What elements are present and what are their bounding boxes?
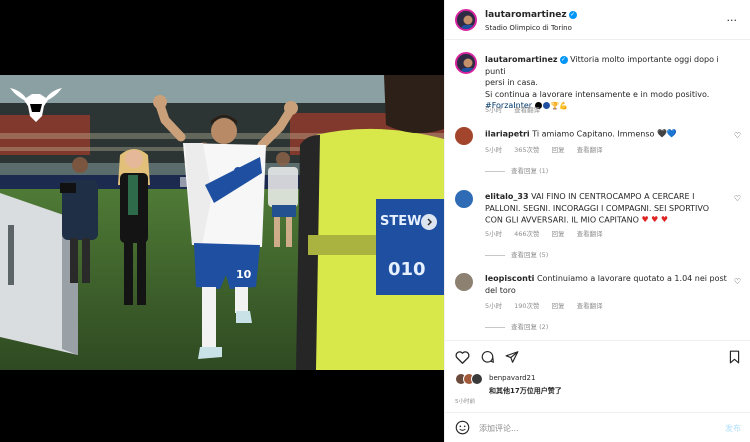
black-heart-icon: 🖤 bbox=[656, 129, 667, 138]
comment-reply-link[interactable]: 回复 bbox=[552, 302, 565, 310]
svg-text:010: 010 bbox=[388, 259, 426, 280]
comment-text-block: ilariapetri Ti amiamo Capitano. Immenso … bbox=[485, 128, 727, 140]
red-heart-icon: ♥ ♥ ♥ bbox=[641, 215, 669, 224]
comment-time: 5小时 bbox=[485, 230, 503, 238]
comment-like-heart-icon[interactable]: ♡ bbox=[734, 131, 741, 140]
comment-time: 5小时 bbox=[485, 302, 503, 310]
comment-reply-link[interactable]: 回复 bbox=[552, 146, 565, 154]
comment-text-block: leopisconti Continuiamo a lavorare quota… bbox=[485, 273, 727, 296]
add-comment-bar: 添加评论... 发布 bbox=[445, 412, 750, 442]
comment-like-heart-icon[interactable]: ♡ bbox=[734, 277, 741, 286]
post-action-bar bbox=[445, 340, 750, 374]
comment-username[interactable]: ilariapetri bbox=[485, 129, 530, 138]
share-icon[interactable] bbox=[505, 350, 519, 364]
liker-avatars bbox=[455, 373, 483, 385]
liker-username[interactable]: benpavard21 bbox=[489, 374, 535, 382]
comment-icon[interactable] bbox=[480, 350, 495, 364]
author-username[interactable]: lautaromartinez ✓ bbox=[485, 10, 577, 20]
comment-text-block: elitalo_33 VAI FINO IN CENTROCAMPO A CER… bbox=[485, 191, 727, 226]
comment-username[interactable]: leopisconti bbox=[485, 274, 534, 283]
comment-like-heart-icon[interactable]: ♡ bbox=[734, 194, 741, 203]
svg-text:STEW: STEW bbox=[380, 214, 421, 229]
post-time-ago: 5小时前 bbox=[455, 399, 475, 405]
comment-translate-link[interactable]: 查看翻译 bbox=[577, 230, 603, 238]
svg-text:10: 10 bbox=[236, 268, 252, 281]
caption-time: 5小时 bbox=[485, 106, 503, 114]
comment-time: 5小时 bbox=[485, 146, 503, 154]
emoji-icon[interactable] bbox=[455, 420, 470, 435]
bookmark-icon[interactable] bbox=[728, 350, 741, 364]
chevron-right-icon bbox=[427, 218, 432, 226]
instagram-post-modal: 10 STEW 010 lautaromartinez ✓ Stadio Oli… bbox=[0, 0, 750, 442]
comment-likes[interactable]: 365次赞 bbox=[514, 146, 539, 154]
caption-translate-link[interactable]: 查看翻译 bbox=[514, 106, 540, 114]
comment-translate-link[interactable]: 查看翻译 bbox=[577, 146, 603, 154]
comment-meta: 5小时 466次赞 回复 查看翻译 bbox=[485, 228, 615, 238]
comment-meta: 5小时 365次赞 回复 查看翻译 bbox=[485, 144, 615, 154]
post-header: lautaromartinez ✓ Stadio Olimpico di Tori… bbox=[445, 0, 750, 40]
author-avatar[interactable] bbox=[455, 9, 477, 31]
media-area: 10 STEW 010 bbox=[0, 0, 444, 442]
caption-username[interactable]: lautaromartinez bbox=[485, 55, 558, 64]
post-side-panel: lautaromartinez ✓ Stadio Olimpico di Tori… bbox=[444, 0, 750, 442]
caption-line2: persi in casa. bbox=[485, 78, 538, 87]
verified-icon: ✓ bbox=[568, 10, 577, 19]
next-media-button[interactable] bbox=[421, 214, 437, 230]
comment-reply-link[interactable]: 回复 bbox=[552, 230, 565, 238]
comment-likes[interactable]: 190次赞 bbox=[514, 302, 539, 310]
comment-translate-link[interactable]: 查看翻译 bbox=[577, 302, 603, 310]
commenter-avatar[interactable] bbox=[455, 273, 473, 291]
blue-heart-icon: 💙 bbox=[666, 129, 677, 138]
post-photo[interactable]: 10 STEW 010 bbox=[0, 75, 444, 370]
author-username-text[interactable]: lautaromartinez bbox=[485, 10, 567, 20]
comment-meta: 5小时 190次赞 回复 查看翻译 bbox=[485, 300, 615, 310]
post-location[interactable]: Stadio Olimpico di Torino bbox=[485, 24, 572, 32]
comment-input[interactable]: 添加评论... bbox=[479, 423, 519, 434]
likes-count[interactable]: 和其他17万位用户赞了 bbox=[489, 386, 562, 396]
view-replies-link[interactable]: 查看回复 (5) bbox=[485, 249, 548, 259]
caption-meta: 5小时 查看翻译 bbox=[485, 104, 552, 114]
verified-icon: ✓ bbox=[559, 55, 568, 64]
comment-likes[interactable]: 466次赞 bbox=[514, 230, 539, 238]
ellipsis-icon[interactable]: ··· bbox=[727, 14, 738, 27]
commenter-avatar[interactable] bbox=[455, 190, 473, 208]
flexed-biceps-icon: 💪 bbox=[559, 102, 569, 110]
comment-text: Ti amiamo Capitano. Immenso bbox=[532, 129, 655, 139]
post-comment-button[interactable]: 发布 bbox=[725, 423, 741, 434]
commenter-avatar[interactable] bbox=[455, 127, 473, 145]
comment-username[interactable]: elitalo_33 bbox=[485, 192, 529, 201]
caption-avatar[interactable] bbox=[455, 52, 477, 74]
heart-icon[interactable] bbox=[455, 350, 470, 364]
view-replies-link[interactable]: 查看回复 (2) bbox=[485, 321, 548, 331]
bull-logo-icon bbox=[10, 88, 62, 122]
view-replies-link[interactable]: 查看回复 (1) bbox=[485, 165, 548, 175]
caption-line3: Si continua a lavorare intensamente e in… bbox=[485, 89, 710, 99]
